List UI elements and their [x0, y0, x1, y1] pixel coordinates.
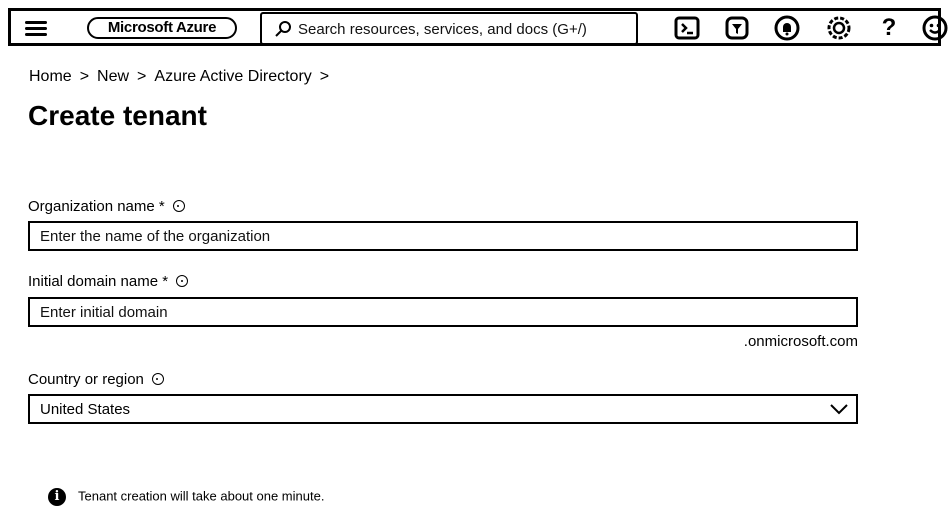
help-icon[interactable]: ? [876, 15, 902, 41]
country-selected-value: United States [40, 401, 131, 418]
notifications-icon[interactable] [774, 15, 800, 41]
org-name-field [28, 221, 858, 251]
breadcrumb-separator: > [319, 68, 330, 85]
breadcrumb-separator: > [79, 68, 90, 85]
domain-name-label: Initial domain name * [28, 273, 169, 290]
info-notice: i Tenant creation will take about one min… [48, 488, 324, 506]
settings-icon[interactable] [826, 15, 852, 41]
breadcrumb-separator: > [137, 68, 147, 85]
country-select[interactable]: United States [28, 394, 858, 424]
breadcrumb: Home > New > Azure Active Directory > [29, 68, 337, 86]
info-icon[interactable] [151, 373, 164, 385]
domain-name-input[interactable] [30, 299, 856, 325]
directory-filter-icon[interactable] [724, 15, 750, 41]
org-name-label-row: Organization name * [28, 198, 185, 215]
menu-icon[interactable] [25, 21, 47, 37]
info-icon[interactable] [172, 200, 185, 212]
org-name-input[interactable] [30, 223, 856, 249]
info-filled-icon: i [48, 488, 66, 506]
breadcrumb-home[interactable]: Home [29, 68, 72, 85]
breadcrumb-azure-ad[interactable]: Azure Active Directory [154, 68, 311, 85]
search-placeholder: Search resources, services, and docs (G+… [298, 21, 587, 38]
top-bar: Microsoft Azure Search resources, servic… [8, 8, 948, 46]
country-label: Country or region [28, 371, 144, 388]
org-name-label: Organization name * [28, 198, 165, 215]
feedback-icon[interactable] [922, 15, 948, 41]
breadcrumb-new[interactable]: New [97, 68, 129, 85]
domain-name-field [28, 297, 858, 327]
global-search-input[interactable]: Search resources, services, and docs (G+… [260, 12, 638, 45]
domain-label-row: Initial domain name * [28, 273, 189, 290]
search-icon [275, 21, 291, 37]
country-label-row: Country or region [28, 371, 164, 388]
info-icon[interactable] [176, 275, 189, 287]
chevron-down-icon [830, 404, 848, 415]
cloud-shell-icon[interactable] [674, 15, 700, 41]
brand-logo[interactable]: Microsoft Azure [87, 17, 237, 39]
page-title: Create tenant [28, 100, 207, 131]
notice-text: Tenant creation will take about one minu… [78, 488, 325, 504]
domain-suffix: .onmicrosoft.com [743, 333, 858, 350]
